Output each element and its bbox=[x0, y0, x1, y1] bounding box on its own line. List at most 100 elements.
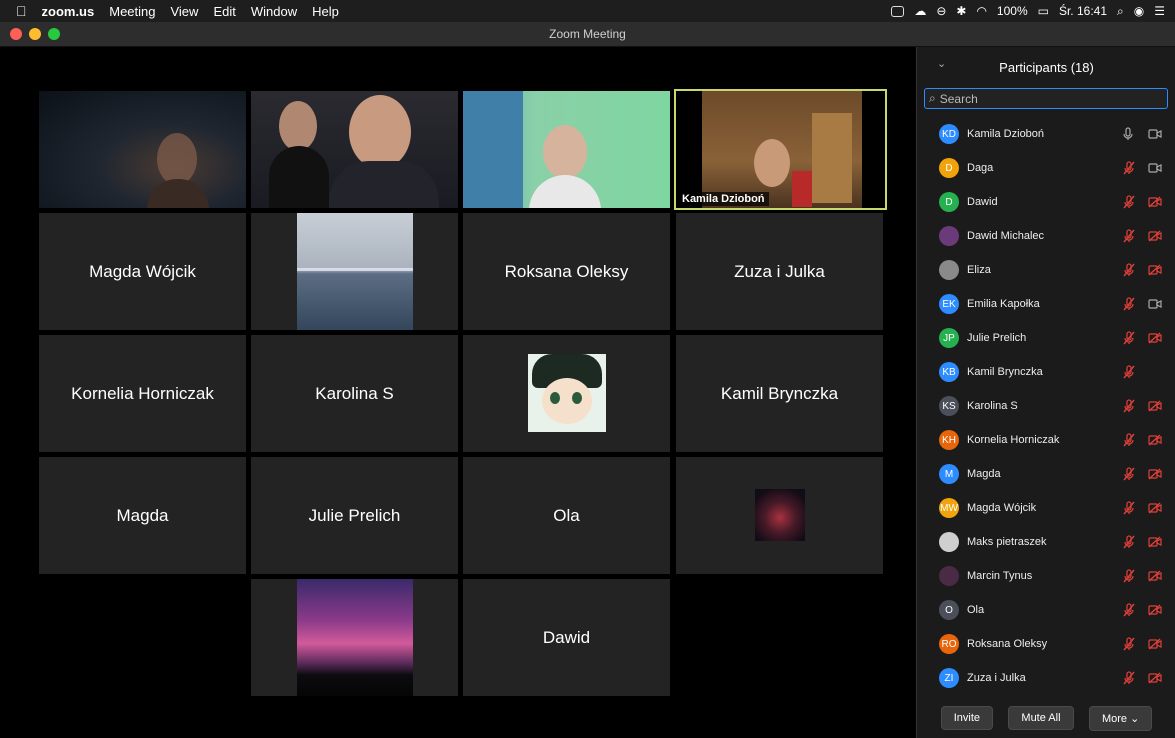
microphone-icon[interactable] bbox=[1122, 127, 1136, 141]
participant-row[interactable]: Eliza bbox=[917, 253, 1175, 287]
participant-row[interactable]: MW Magda Wójcik bbox=[917, 491, 1175, 525]
menu-window[interactable]: Window bbox=[251, 4, 297, 19]
participant-tile[interactable] bbox=[463, 335, 670, 452]
chevron-down-icon[interactable]: ⌄ bbox=[937, 57, 946, 70]
video-camera-off-icon[interactable] bbox=[1148, 400, 1162, 412]
participant-row[interactable]: D Dawid bbox=[917, 185, 1175, 219]
video-tile[interactable] bbox=[251, 91, 458, 208]
video-camera-icon[interactable] bbox=[1148, 162, 1162, 174]
participant-row[interactable]: KB Kamil Brynczka bbox=[917, 355, 1175, 389]
participant-row[interactable]: KH Kornelia Horniczak bbox=[917, 423, 1175, 457]
microphone-muted-icon[interactable] bbox=[1122, 365, 1136, 379]
participant-row[interactable]: Maks pietraszek bbox=[917, 525, 1175, 559]
participant-row[interactable]: D Daga bbox=[917, 151, 1175, 185]
menu-view[interactable]: View bbox=[170, 4, 198, 19]
video-camera-off-icon[interactable] bbox=[1148, 196, 1162, 208]
microphone-muted-icon[interactable] bbox=[1122, 297, 1136, 311]
microphone-muted-icon[interactable] bbox=[1122, 535, 1136, 549]
bluetooth-icon[interactable]: ✱ bbox=[956, 4, 966, 18]
participant-search-input[interactable]: ⌕ Search bbox=[924, 88, 1168, 109]
participant-tile[interactable]: Roksana Oleksy bbox=[463, 213, 670, 330]
participant-tile[interactable]: Julie Prelich bbox=[251, 457, 458, 574]
participant-row[interactable]: EK Emilia Kapołka bbox=[917, 287, 1175, 321]
participant-tile[interactable]: Magda bbox=[39, 457, 246, 574]
avatar: M bbox=[939, 464, 959, 484]
cloud-icon[interactable]: ☁ bbox=[914, 4, 926, 18]
video-camera-off-icon[interactable] bbox=[1148, 434, 1162, 446]
microphone-muted-icon[interactable] bbox=[1122, 229, 1136, 243]
participants-panel: ⌄ Participants (18) ⌕ Search KD Kamila Dz… bbox=[916, 47, 1175, 738]
mute-all-button[interactable]: Mute All bbox=[1008, 706, 1074, 730]
microphone-muted-icon[interactable] bbox=[1122, 467, 1136, 481]
participant-name-label: Kamila Dzioboń bbox=[678, 192, 769, 206]
participant-status-icons bbox=[1122, 389, 1162, 423]
microphone-muted-icon[interactable] bbox=[1122, 501, 1136, 515]
participant-row[interactable]: KS Karolina S bbox=[917, 389, 1175, 423]
participant-tile[interactable]: Ola bbox=[463, 457, 670, 574]
participant-tile[interactable]: Kornelia Horniczak bbox=[39, 335, 246, 452]
participant-row[interactable]: M Magda bbox=[917, 457, 1175, 491]
participant-row-name: Marcin Tynus bbox=[967, 570, 1033, 582]
video-tile[interactable] bbox=[463, 91, 670, 208]
battery-icon[interactable]: ▭ bbox=[1038, 4, 1049, 18]
microphone-muted-icon[interactable] bbox=[1122, 433, 1136, 447]
participant-row[interactable]: RO Roksana Oleksy bbox=[917, 627, 1175, 661]
video-camera-icon[interactable] bbox=[1148, 128, 1162, 140]
microphone-muted-icon[interactable] bbox=[1122, 161, 1136, 175]
microphone-muted-icon[interactable] bbox=[1122, 195, 1136, 209]
video-camera-off-icon[interactable] bbox=[1148, 638, 1162, 650]
video-camera-off-icon[interactable] bbox=[1148, 502, 1162, 514]
video-camera-off-icon[interactable] bbox=[1148, 264, 1162, 276]
microphone-muted-icon[interactable] bbox=[1122, 569, 1136, 583]
clock[interactable]: Śr. 16:41 bbox=[1059, 4, 1107, 18]
siri-icon[interactable]: ◉ bbox=[1134, 4, 1144, 18]
participant-tile[interactable]: Zuza i Julka bbox=[676, 213, 883, 330]
participant-row-name: Eliza bbox=[967, 264, 991, 276]
menu-help[interactable]: Help bbox=[312, 4, 339, 19]
minimize-window-icon[interactable] bbox=[29, 28, 41, 40]
microphone-muted-icon[interactable] bbox=[1122, 637, 1136, 651]
microphone-muted-icon[interactable] bbox=[1122, 603, 1136, 617]
wifi-icon[interactable]: ◠ bbox=[976, 4, 986, 18]
participant-tile[interactable] bbox=[251, 579, 458, 696]
video-camera-icon[interactable] bbox=[1148, 298, 1162, 310]
participant-tile[interactable]: Dawid bbox=[463, 579, 670, 696]
participant-row[interactable]: JP Julie Prelich bbox=[917, 321, 1175, 355]
video-camera-off-icon[interactable] bbox=[1148, 468, 1162, 480]
video-camera-off-icon[interactable] bbox=[1148, 536, 1162, 548]
notification-center-icon[interactable]: ☰ bbox=[1154, 4, 1165, 18]
participant-tile[interactable]: Magda Wójcik bbox=[39, 213, 246, 330]
video-camera-off-icon[interactable] bbox=[1148, 332, 1162, 344]
participant-row-name: Maks pietraszek bbox=[967, 536, 1047, 548]
participant-tile[interactable] bbox=[676, 457, 883, 574]
invite-button[interactable]: Invite bbox=[940, 706, 993, 730]
microphone-muted-icon[interactable] bbox=[1122, 399, 1136, 413]
participant-row[interactable]: KD Kamila Dzioboń bbox=[917, 117, 1175, 151]
video-tile-active-speaker[interactable]: Kamila Dzioboń bbox=[674, 89, 887, 210]
participant-row[interactable]: Dawid Michalec bbox=[917, 219, 1175, 253]
video-camera-off-icon[interactable] bbox=[1148, 604, 1162, 616]
zoom-status-icon[interactable] bbox=[891, 5, 905, 17]
menu-app-name[interactable]: zoom.us bbox=[42, 4, 95, 19]
participant-row[interactable]: O Ola bbox=[917, 593, 1175, 627]
spotlight-search-icon[interactable]: ⌕ bbox=[1117, 4, 1124, 19]
participant-row[interactable]: ZI Zuza i Julka bbox=[917, 661, 1175, 695]
participant-tile[interactable]: Kamil Brynczka bbox=[676, 335, 883, 452]
participant-tile[interactable]: Karolina S bbox=[251, 335, 458, 452]
focus-icon[interactable]: ⊖ bbox=[936, 4, 946, 18]
video-camera-off-icon[interactable] bbox=[1148, 570, 1162, 582]
apple-icon[interactable]:  bbox=[16, 3, 27, 19]
video-camera-off-icon[interactable] bbox=[1148, 230, 1162, 242]
participant-row[interactable]: Marcin Tynus bbox=[917, 559, 1175, 593]
maximize-window-icon[interactable] bbox=[48, 28, 60, 40]
menu-edit[interactable]: Edit bbox=[213, 4, 235, 19]
microphone-muted-icon[interactable] bbox=[1122, 263, 1136, 277]
microphone-muted-icon[interactable] bbox=[1122, 331, 1136, 345]
video-tile[interactable] bbox=[39, 91, 246, 208]
microphone-muted-icon[interactable] bbox=[1122, 671, 1136, 685]
close-window-icon[interactable] bbox=[10, 28, 22, 40]
video-camera-off-icon[interactable] bbox=[1148, 672, 1162, 684]
more-button[interactable]: More ⌄ bbox=[1088, 705, 1153, 731]
menu-meeting[interactable]: Meeting bbox=[109, 4, 155, 19]
participant-tile[interactable] bbox=[251, 213, 458, 330]
